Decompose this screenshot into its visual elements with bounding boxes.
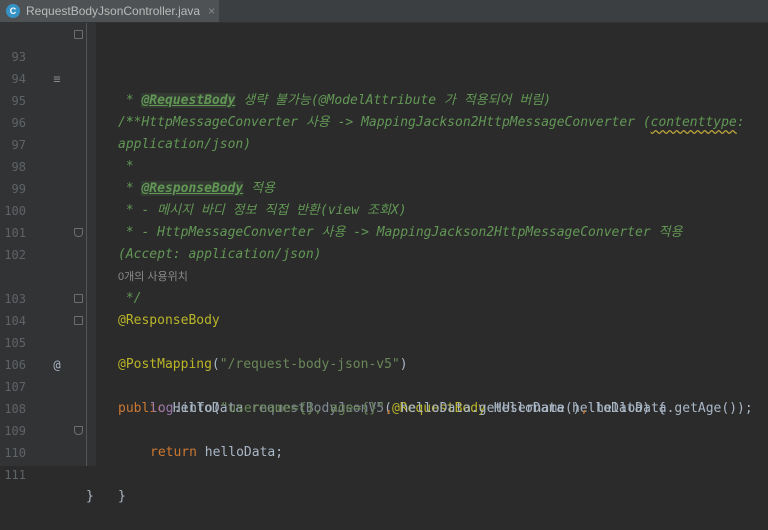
fold-icon[interactable] bbox=[74, 30, 83, 39]
code-line[interactable]: 106 bbox=[0, 332, 768, 372]
fold-icon[interactable] bbox=[74, 316, 83, 325]
tab-filename: RequestBodyJsonController.java bbox=[26, 4, 201, 18]
code-line[interactable]: 105 @ public HelloData requestBodyJsonV5… bbox=[0, 310, 768, 416]
code-line[interactable]: 98 * @ResponseBody 적용 bbox=[0, 134, 768, 196]
code-line[interactable]: 102 */ bbox=[0, 222, 768, 306]
code-editor[interactable]: 93 ≡ /** 94 * @RequestBody 생략 불가능(@Model… bbox=[0, 23, 768, 504]
code-line[interactable]: 96 application/json) bbox=[0, 90, 768, 152]
code-line[interactable]: 111 } bbox=[0, 442, 768, 504]
code-line[interactable]: 104 @PostMapping("/request-body-json-v5"… bbox=[0, 288, 768, 372]
code-line[interactable]: 93 ≡ /** bbox=[0, 24, 768, 130]
code-line[interactable]: 110 } bbox=[0, 420, 768, 504]
line-number: 111 bbox=[4, 468, 26, 482]
editor-tab-bar: C RequestBodyJsonController.java × bbox=[0, 0, 768, 23]
code-line[interactable]: 109 return helloData; bbox=[0, 398, 768, 460]
close-icon[interactable]: × bbox=[208, 4, 215, 18]
code-text: } bbox=[118, 489, 126, 504]
code-line[interactable]: 107 log.info("username={}, age={}", hell… bbox=[0, 354, 768, 416]
code-line[interactable]: 100 * - HttpMessageConverter 사용 -> Mappi… bbox=[0, 178, 768, 240]
code-line[interactable]: 99 * - 메시지 바디 정보 직접 반환(view 조회X) bbox=[0, 156, 768, 218]
code-line[interactable]: 103 @ResponseBody bbox=[0, 266, 768, 328]
fold-icon[interactable] bbox=[74, 294, 83, 303]
usage-hint-row: 0개의 사용위치 bbox=[0, 244, 768, 283]
code-line[interactable]: 95 * HttpMessageConverter 사용 -> MappingJ… bbox=[0, 68, 768, 130]
fold-icon[interactable] bbox=[74, 426, 83, 435]
code-text: } bbox=[86, 489, 94, 504]
tab-request-body-json-controller[interactable]: C RequestBodyJsonController.java × bbox=[0, 0, 219, 22]
fold-icon[interactable] bbox=[74, 228, 83, 237]
code-line[interactable]: 97 * bbox=[0, 112, 768, 174]
java-class-icon: C bbox=[6, 4, 20, 18]
code-line[interactable]: 101 (Accept: application/json) bbox=[0, 200, 768, 262]
code-line[interactable]: 108 bbox=[0, 376, 768, 416]
code-line[interactable]: 94 * @RequestBody 생략 불가능(@ModelAttribute… bbox=[0, 46, 768, 108]
